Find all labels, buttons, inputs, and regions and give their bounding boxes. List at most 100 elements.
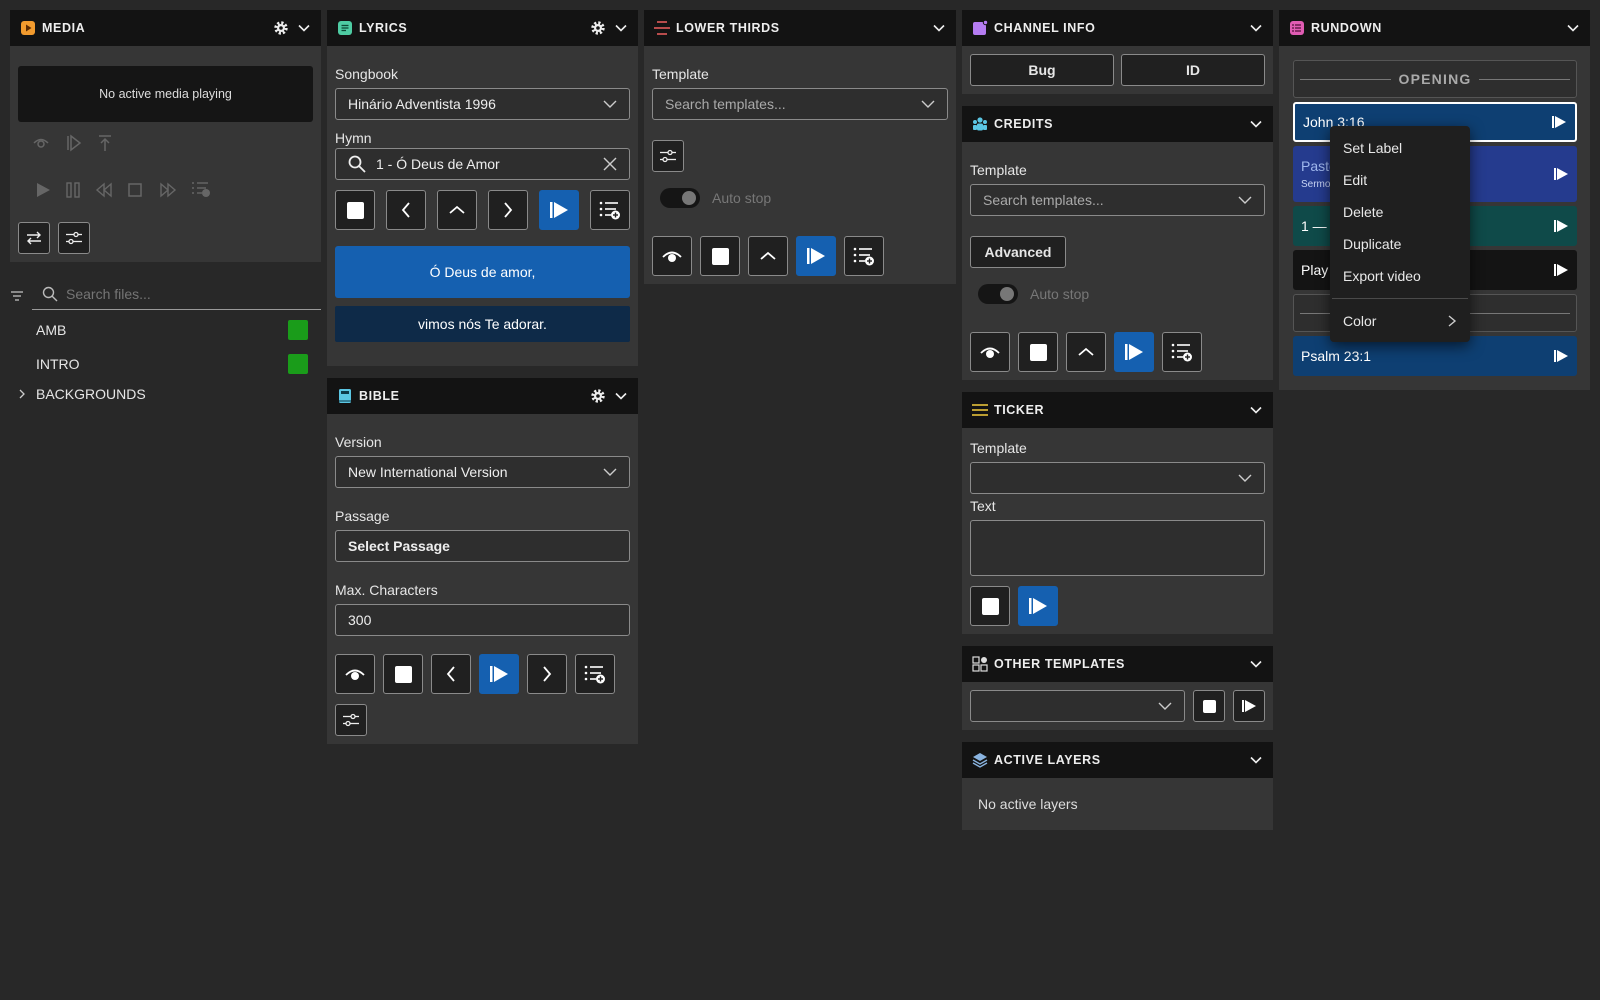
play-button[interactable] xyxy=(539,190,579,230)
credits-header[interactable]: CREDITS xyxy=(962,106,1273,142)
play-next-icon[interactable] xyxy=(65,134,83,157)
menu-item-duplicate[interactable]: Duplicate xyxy=(1330,228,1470,260)
other-templates-header[interactable]: OTHER TEMPLATES xyxy=(962,646,1273,682)
version-select[interactable]: New International Version xyxy=(335,456,630,488)
template-search[interactable]: Search templates... xyxy=(970,184,1265,216)
media-settings-button[interactable] xyxy=(58,222,90,254)
max-characters-input[interactable]: 300 xyxy=(335,604,630,636)
stop-button[interactable] xyxy=(1193,690,1225,722)
chevron-down-icon[interactable] xyxy=(614,389,628,403)
filter-icon[interactable] xyxy=(11,288,23,306)
file-search-input[interactable] xyxy=(66,285,306,302)
bible-header[interactable]: BIBLE xyxy=(327,378,638,414)
stop-button[interactable] xyxy=(700,236,740,276)
preview-button[interactable] xyxy=(970,332,1010,372)
swap-button[interactable] xyxy=(18,222,50,254)
menu-item-set-label[interactable]: Set Label xyxy=(1330,132,1470,164)
active-layers-header[interactable]: ACTIVE LAYERS xyxy=(962,742,1273,778)
chevron-down-icon[interactable] xyxy=(932,21,946,35)
play-icon[interactable] xyxy=(1553,348,1569,364)
chevron-down-icon[interactable] xyxy=(614,21,628,35)
rundown-section-opening[interactable]: OPENING xyxy=(1293,60,1577,98)
previous-button[interactable] xyxy=(431,654,471,694)
preview-eye-icon[interactable] xyxy=(32,134,50,157)
bible-settings-button[interactable] xyxy=(335,704,367,736)
gear-icon[interactable] xyxy=(590,20,606,36)
play-button[interactable] xyxy=(1114,332,1154,372)
template-search[interactable]: Search templates... xyxy=(652,88,948,120)
lyric-line-next[interactable]: vimos nós Te adorar. xyxy=(335,306,630,342)
chevron-down-icon[interactable] xyxy=(1249,657,1263,671)
close-icon[interactable] xyxy=(603,157,617,171)
rundown-item[interactable]: Psalm 23:1 xyxy=(1293,336,1577,376)
pause-icon[interactable] xyxy=(65,182,81,203)
menu-item-export-video[interactable]: Export video xyxy=(1330,260,1470,292)
play-button[interactable] xyxy=(479,654,519,694)
chevron-down-icon[interactable] xyxy=(1249,753,1263,767)
play-icon[interactable] xyxy=(1553,262,1569,278)
play-icon[interactable] xyxy=(1551,114,1567,130)
add-to-rundown-icon[interactable] xyxy=(191,180,211,203)
songbook-select[interactable]: Hinário Adventista 1996 xyxy=(335,88,630,120)
menu-item-delete[interactable]: Delete xyxy=(1330,196,1470,228)
play-button[interactable] xyxy=(796,236,836,276)
chevron-down-icon[interactable] xyxy=(1566,21,1580,35)
menu-item-color[interactable]: Color xyxy=(1330,305,1470,337)
stop-button[interactable] xyxy=(970,586,1010,626)
folder-backgrounds[interactable]: BACKGROUNDS xyxy=(16,384,146,404)
up-button[interactable] xyxy=(437,190,477,230)
auto-stop-toggle[interactable] xyxy=(660,188,700,208)
lower-thirds-settings-button[interactable] xyxy=(652,140,684,172)
channel-info-header[interactable]: CHANNEL INFO xyxy=(962,10,1273,46)
add-to-rundown-button[interactable] xyxy=(844,236,884,276)
bug-button[interactable]: Bug xyxy=(970,54,1114,86)
chevron-down-icon[interactable] xyxy=(1249,403,1263,417)
add-to-rundown-button[interactable] xyxy=(575,654,615,694)
play-button[interactable] xyxy=(1233,690,1265,722)
up-button[interactable] xyxy=(1066,332,1106,372)
play-icon[interactable] xyxy=(1553,218,1569,234)
rundown-header[interactable]: RUNDOWN xyxy=(1279,10,1590,46)
hymn-search[interactable]: 1 - Ó Deus de Amor xyxy=(335,148,630,180)
chevron-down-icon[interactable] xyxy=(297,21,311,35)
media-header[interactable]: MEDIA xyxy=(10,10,321,46)
upload-icon[interactable] xyxy=(96,134,114,157)
stop-button[interactable] xyxy=(335,190,375,230)
file-search[interactable] xyxy=(32,278,321,310)
ticker-header[interactable]: TICKER xyxy=(962,392,1273,428)
lower-thirds-header[interactable]: LOWER THIRDS xyxy=(644,10,956,46)
lyric-line-current[interactable]: Ó Deus de amor, xyxy=(335,246,630,298)
menu-item-edit[interactable]: Edit xyxy=(1330,164,1470,196)
file-item-amb[interactable]: AMB xyxy=(36,316,308,344)
previous-button[interactable] xyxy=(386,190,426,230)
other-template-select[interactable] xyxy=(970,690,1185,722)
id-button[interactable]: ID xyxy=(1121,54,1265,86)
stop-button[interactable] xyxy=(383,654,423,694)
auto-stop-toggle[interactable] xyxy=(978,284,1018,304)
up-button[interactable] xyxy=(748,236,788,276)
add-to-rundown-button[interactable] xyxy=(590,190,630,230)
file-item-intro[interactable]: INTRO xyxy=(36,350,308,378)
chevron-down-icon[interactable] xyxy=(1249,117,1263,131)
play-icon[interactable] xyxy=(35,182,51,203)
stop-button[interactable] xyxy=(1018,332,1058,372)
chevron-down-icon[interactable] xyxy=(1249,21,1263,35)
template-select[interactable] xyxy=(970,462,1265,494)
play-icon[interactable] xyxy=(1553,166,1569,182)
rewind-icon[interactable] xyxy=(95,182,113,203)
add-to-rundown-button[interactable] xyxy=(1162,332,1202,372)
play-button[interactable] xyxy=(1018,586,1058,626)
gear-icon[interactable] xyxy=(273,20,289,36)
preview-button[interactable] xyxy=(335,654,375,694)
gear-icon[interactable] xyxy=(590,388,606,404)
ticker-text-input[interactable] xyxy=(970,520,1265,576)
next-button[interactable] xyxy=(488,190,528,230)
next-button[interactable] xyxy=(527,654,567,694)
lyrics-header[interactable]: LYRICS xyxy=(327,10,638,46)
stop-icon[interactable] xyxy=(127,182,143,203)
max-characters-label: Max. Characters xyxy=(335,582,438,598)
select-passage-button[interactable]: Select Passage xyxy=(335,530,630,562)
advanced-button[interactable]: Advanced xyxy=(970,236,1066,268)
fast-forward-icon[interactable] xyxy=(159,182,177,203)
preview-button[interactable] xyxy=(652,236,692,276)
